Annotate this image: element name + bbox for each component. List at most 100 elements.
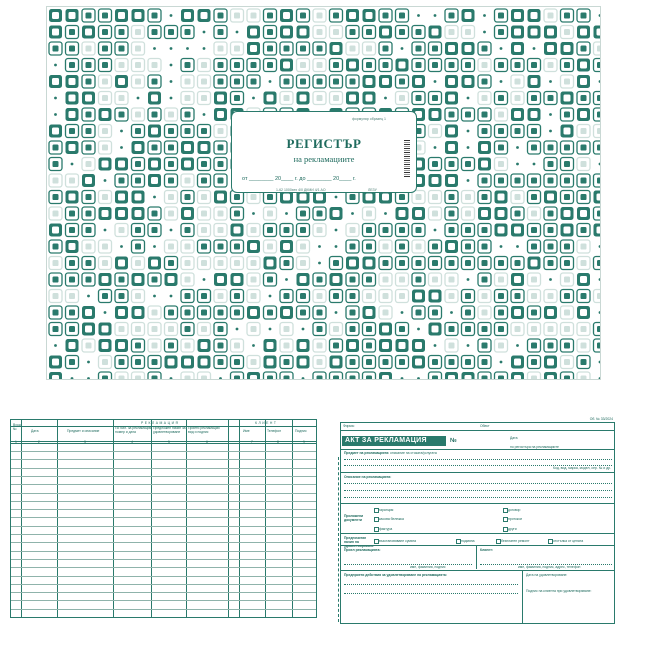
mosaic-tile [544,25,557,39]
mosaic-tile [394,222,410,238]
mosaic-tile [295,255,311,271]
mosaic-tile [543,338,558,353]
mosaic-tile [345,305,360,320]
mosaic-tile [235,327,239,331]
quantity-note: Код, вид, марка, модел, сер. № и др. [553,466,611,470]
mosaic-tile [379,75,392,88]
mosaic-tile [180,255,195,271]
mosaic-tile [362,91,376,105]
mosaic-tile [543,156,558,172]
mosaic-tile [103,228,107,232]
mosaic-tile [527,75,541,88]
mosaic-tile [477,272,492,287]
mosaic-tile [379,339,392,352]
write-line [344,459,612,460]
grid-row-line [11,517,316,519]
mosaic-tile [87,377,90,379]
mosaic-tile [48,173,63,188]
mosaic-tile [544,355,557,369]
grid-column-line [113,420,114,617]
mosaic-tile [460,156,476,172]
mosaic-tile [427,255,443,271]
mosaic-tile [285,212,288,215]
write-line [344,490,612,491]
mosaic-tile [181,141,194,154]
cover-mosaic-pattern [48,8,600,379]
mosaic-tile [445,124,458,138]
mosaic-tile [378,305,393,320]
mosaic-tile [394,239,410,254]
mosaic-tile [263,339,277,352]
mosaic-tile [196,57,212,73]
mosaic-tile [64,272,80,287]
mosaic-tile [180,305,195,320]
mosaic-tile [263,355,277,369]
mosaic-tile [345,239,360,254]
mosaic-tile [48,41,63,56]
mosaic-tile [494,190,508,204]
mosaic-tile [54,96,57,100]
mosaic-tile [97,57,113,73]
mosaic-tile [345,74,360,89]
mosaic-tile [477,255,492,271]
mosaic-tile [147,371,162,379]
act-date-label: Дата [510,436,518,440]
mosaic-tile [345,288,360,304]
mosaic-tile [229,255,245,271]
mosaic-tile [169,63,173,67]
mosaic-tile [477,90,492,106]
firm-label: Фирма: [343,424,355,428]
mosaic-tile [268,327,272,331]
doc-item-protocol: протокол [508,517,523,521]
mosaic-tile [48,156,63,172]
mosaic-tile [461,9,475,22]
mosaic-tile [196,206,212,221]
mosaic-tile [169,80,173,83]
mosaic-tile [214,190,227,204]
mosaic-tile [147,338,162,353]
mosaic-tile [262,222,278,238]
mosaic-tile [361,272,377,287]
mosaic-tile [593,190,600,204]
mosaic-tile [196,74,212,89]
mosaic-tile [229,41,245,56]
mosaic-tile [148,174,161,187]
mosaic-tile [460,107,476,122]
grid-row-line [11,608,316,610]
mosaic-tile [361,24,377,40]
grid-row-line [11,467,316,469]
mosaic-tile [428,322,442,336]
mosaic-tile [81,156,96,172]
write-line [344,483,612,484]
mosaic-tile [318,261,321,265]
mosaic-tile [81,8,96,23]
mosaic-tile [592,288,600,304]
mosaic-tile [559,338,575,353]
claim-act-page: Об. № 33/2024 Фирма: Обект АКТ ЗА РЕКЛАМ… [338,417,615,624]
docs-label: Приложени документи [344,514,364,522]
mosaic-tile [361,321,377,337]
mosaic-tile [163,338,179,353]
mosaic-tile [148,157,161,171]
mosaic-tile [131,306,145,319]
mosaic-tile [411,57,426,73]
group-header-client: КЛИЕНТ [255,421,278,425]
mosaic-tile [428,289,442,303]
mosaic-tile [549,113,552,116]
mosaic-tile [65,108,79,121]
mosaic-tile [180,57,195,73]
mosaic-tile [379,372,392,379]
mosaic-tile [510,123,525,139]
mosaic-tile [544,190,557,204]
mosaic-tile [378,272,393,287]
mosaic-tile [560,223,574,237]
mosaic-tile [510,206,525,221]
mosaic-tile [510,288,525,304]
mosaic-tile [64,222,80,238]
mosaic-tile [477,41,492,56]
mosaic-tile [64,173,80,188]
mosaic-tile [131,9,145,22]
mosaic-tile [169,377,173,379]
write-line [344,497,612,498]
mosaic-tile [197,355,211,369]
